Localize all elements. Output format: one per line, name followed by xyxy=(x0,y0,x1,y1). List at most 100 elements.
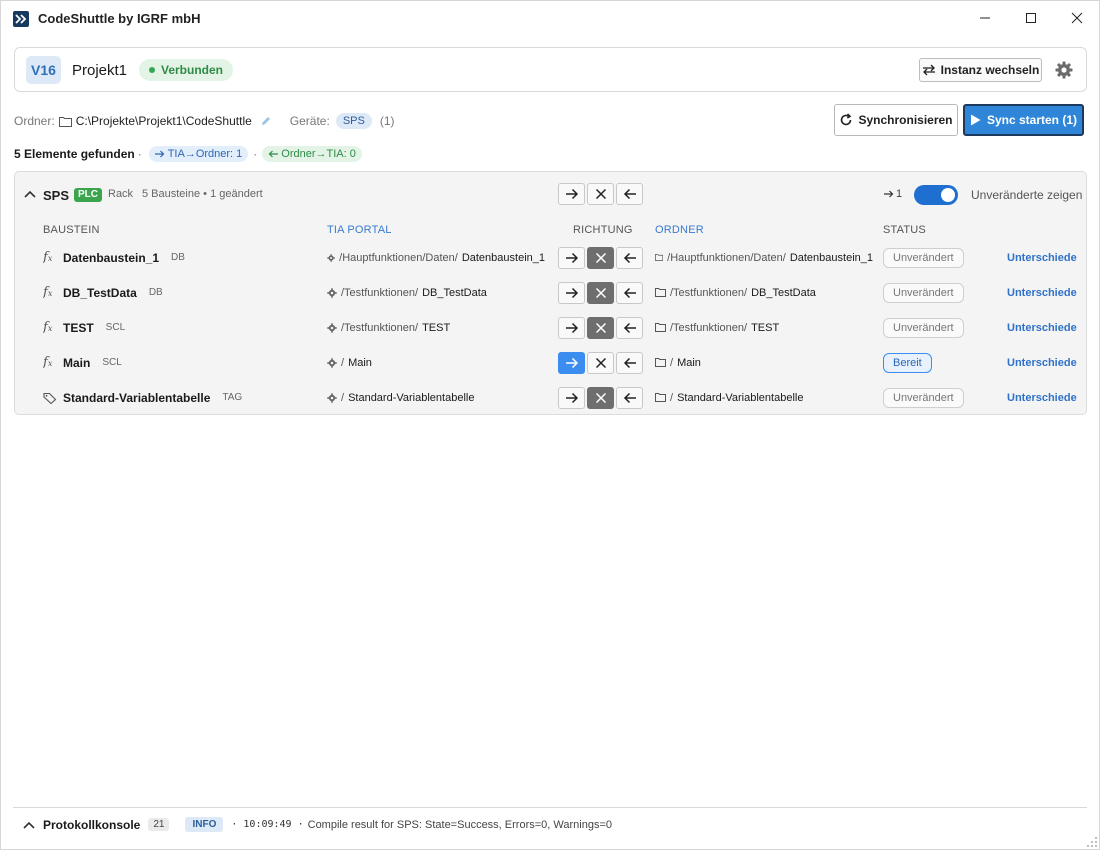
arrow-right-icon xyxy=(565,188,578,200)
device-meta: 5 Bausteine • 1 geändert xyxy=(142,188,263,200)
maximize-icon xyxy=(1026,13,1036,23)
tia-to-folder-button[interactable] xyxy=(558,281,585,304)
arrow-left-icon xyxy=(623,322,636,333)
synchronize-label: Synchronisieren xyxy=(858,113,953,127)
close-icon xyxy=(595,287,606,298)
edit-pencil-icon[interactable] xyxy=(260,115,272,127)
direction-controls xyxy=(558,310,643,345)
block-type: DB xyxy=(171,252,185,263)
folder-to-tia-button[interactable] xyxy=(616,281,643,304)
folder-icon xyxy=(655,288,666,297)
status-badge: Unverändert xyxy=(883,282,964,303)
folder-path-cell: /Hauptfunktionen/Daten/ Datenbaustein_1 xyxy=(655,240,873,275)
differences-link[interactable]: Unterschiede xyxy=(1007,345,1077,380)
arrow-right-icon xyxy=(565,252,578,263)
minimize-icon xyxy=(980,17,990,19)
gear-icon xyxy=(327,287,337,298)
direction-controls xyxy=(558,380,643,415)
block-name: DB_TestData xyxy=(63,285,137,300)
skip-button[interactable] xyxy=(587,281,614,304)
tia-to-folder-text: TIA→Ordner: 1 xyxy=(167,148,243,160)
folder-to-tia-text: Ordner→TIA: 0 xyxy=(281,148,356,160)
log-message: Compile result for SPS: State=Success, E… xyxy=(307,818,612,831)
chevron-up-icon[interactable] xyxy=(24,190,36,198)
function-icon: ƒx xyxy=(43,285,53,300)
block-name-cell: ƒx Datenbaustein_1 DB xyxy=(43,240,313,275)
folder-to-tia-button[interactable] xyxy=(616,246,643,269)
close-icon xyxy=(595,357,606,368)
close-button[interactable] xyxy=(1054,1,1100,35)
status-badge: Unverändert xyxy=(883,247,964,268)
tia-block-name: DB_TestData xyxy=(422,286,487,299)
block-row: ƒx Datenbaustein_1 DB /Hauptfunktionen/D… xyxy=(15,240,1086,275)
refresh-icon xyxy=(841,113,852,126)
tia-to-folder-button[interactable] xyxy=(558,316,585,339)
folder-path: / xyxy=(670,356,674,369)
synchronize-button[interactable]: Synchronisieren xyxy=(834,104,958,136)
block-type: TAG xyxy=(222,392,243,403)
folder-to-tia-button[interactable] xyxy=(616,316,643,339)
skip-button[interactable] xyxy=(587,386,614,409)
maximize-button[interactable] xyxy=(1008,1,1054,35)
column-header-tia: TIA PORTAL xyxy=(327,224,392,236)
skip-button[interactable] xyxy=(587,316,614,339)
device-chip-sps[interactable]: SPS xyxy=(335,113,372,129)
bulk-folder-to-tia-button[interactable] xyxy=(616,183,643,205)
app-window: CodeShuttle by IGRF mbH V16 Projekt1 Ver… xyxy=(0,0,1100,850)
column-header-status: STATUS xyxy=(883,224,926,236)
function-icon: ƒx xyxy=(43,320,53,335)
tia-to-folder-chip: TIA→Ordner: 1 xyxy=(148,146,249,162)
status-cell: Unverändert xyxy=(883,380,964,415)
skip-button[interactable] xyxy=(587,246,614,269)
column-header-folder: ORDNER xyxy=(655,224,704,236)
folder-to-tia-button[interactable] xyxy=(616,351,643,374)
app-logo-icon xyxy=(13,11,29,27)
close-icon xyxy=(595,252,606,263)
show-unchanged-label: Unveränderte zeigen xyxy=(971,188,1083,202)
device-rack: Rack xyxy=(108,188,134,200)
device-count: (1) xyxy=(379,114,395,128)
folder-path: / xyxy=(670,391,674,404)
project-header: V16 Projekt1 Verbunden Instanz wechseln xyxy=(14,47,1087,92)
tia-to-folder-button[interactable] xyxy=(558,351,585,374)
folder-path-cell: /Testfunktionen/ TEST xyxy=(655,310,873,345)
resize-grip-icon[interactable] xyxy=(1086,836,1098,848)
skip-button[interactable] xyxy=(587,351,614,374)
tia-block-name: TEST xyxy=(422,321,451,334)
arrow-right-icon xyxy=(154,150,165,158)
switch-instance-button[interactable]: Instanz wechseln xyxy=(919,58,1042,82)
folder-path-cell: / Standard-Variablentabelle xyxy=(655,380,873,415)
chevron-up-icon[interactable] xyxy=(23,821,35,829)
block-name: TEST xyxy=(63,320,94,335)
show-unchanged-toggle[interactable] xyxy=(914,185,958,205)
arrow-right-icon xyxy=(565,357,578,368)
folder-to-tia-button[interactable] xyxy=(616,386,643,409)
folder-block-name: Main xyxy=(677,356,701,369)
differences-link[interactable]: Unterschiede xyxy=(1007,240,1077,275)
connection-status-badge: Verbunden xyxy=(139,59,234,81)
arrow-right-icon xyxy=(884,190,894,198)
tia-to-folder-button[interactable] xyxy=(558,386,585,409)
tia-path-cell: /Testfunktionen/ DB_TestData xyxy=(327,275,545,310)
start-sync-button[interactable]: Sync starten (1) xyxy=(963,104,1084,136)
folder-path-cell: / Main xyxy=(655,345,873,380)
block-type: SCL xyxy=(102,357,122,368)
tia-to-folder-button[interactable] xyxy=(558,246,585,269)
bulk-tia-to-folder-button[interactable] xyxy=(558,183,585,205)
block-name: Main xyxy=(63,355,91,370)
device-panel-sps: SPS PLC Rack 5 Bausteine • 1 geändert 1 xyxy=(14,171,1087,415)
bulk-skip-button[interactable] xyxy=(587,183,614,205)
differences-link[interactable]: Unterschiede xyxy=(1007,380,1077,415)
folder-block-name: Standard-Variablentabelle xyxy=(677,391,804,404)
differences-link[interactable]: Unterschiede xyxy=(1007,275,1077,310)
arrow-right-icon xyxy=(565,392,578,403)
arrow-right-icon xyxy=(565,322,578,333)
arrow-right-icon xyxy=(565,287,578,298)
settings-button[interactable] xyxy=(1054,60,1074,80)
close-icon xyxy=(595,392,606,403)
differences-link[interactable]: Unterschiede xyxy=(1007,310,1077,345)
gear-icon xyxy=(327,357,337,368)
tia-path: /Testfunktionen/ xyxy=(341,286,419,299)
tia-path: /Hauptfunktionen/Daten/ xyxy=(339,251,458,264)
minimize-button[interactable] xyxy=(962,1,1008,35)
